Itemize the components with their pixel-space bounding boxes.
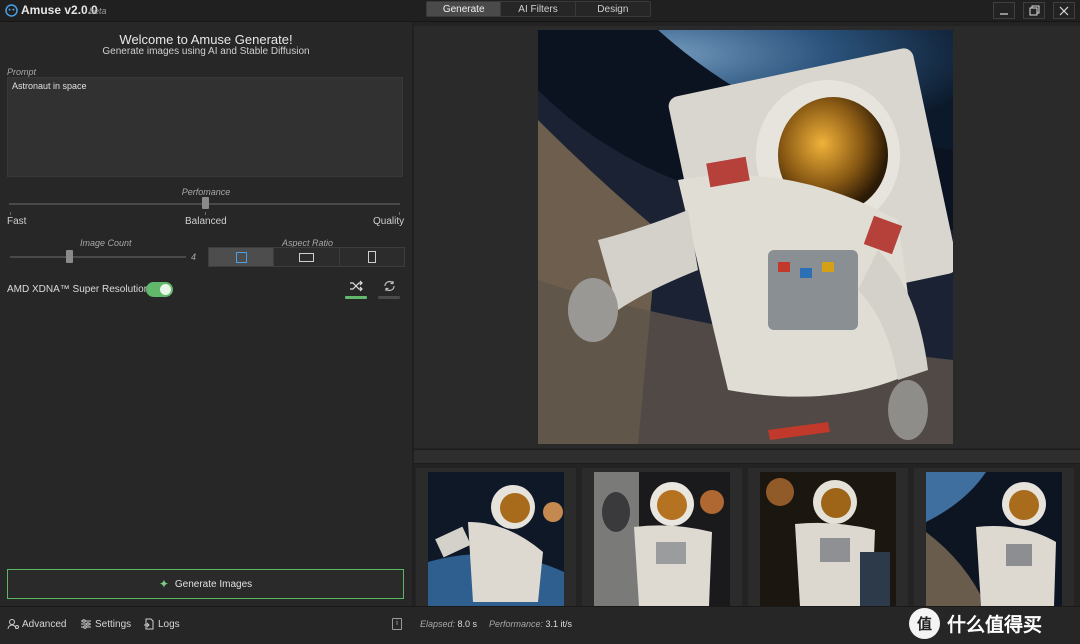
prompt-label: Prompt [7, 67, 37, 77]
settings-button[interactable]: Settings [80, 618, 131, 630]
aspect-square-button[interactable] [209, 248, 275, 266]
close-icon [1059, 6, 1069, 15]
app-title: Amuse v2.0.0 [21, 3, 98, 17]
minimize-icon [1000, 12, 1008, 15]
tab-ai-filters[interactable]: AI Filters [501, 2, 576, 16]
performance-label: Perfomance [181, 187, 231, 197]
close-button[interactable] [1053, 2, 1075, 19]
thumbnail-1[interactable] [428, 472, 564, 606]
aspect-ratio-selector [208, 247, 405, 267]
super-resolution-label: AMD XDNA™ Super Resolution [7, 284, 150, 295]
advanced-label: Advanced [22, 618, 67, 630]
super-resolution-toggle[interactable] [146, 282, 173, 297]
portrait-icon [367, 251, 376, 263]
astronaut-image [538, 30, 953, 444]
shuffle-active-indicator [345, 296, 367, 299]
thumbnail-4[interactable] [926, 472, 1062, 606]
generate-images-button[interactable]: ✦ Generate Images [7, 569, 404, 599]
generate-images-label: Generate Images [174, 578, 253, 590]
welcome-subtitle: Generate images using AI and Stable Diff… [102, 46, 310, 57]
restore-button[interactable] [1023, 2, 1045, 19]
loop-icon [383, 280, 395, 292]
tick-quality [399, 212, 400, 215]
astronaut-thumb-image [926, 472, 1062, 606]
tick-balanced [205, 212, 206, 215]
settings-panel: Welcome to Amuse Generate! Generate imag… [0, 22, 412, 606]
console-icon[interactable]: i [392, 618, 402, 630]
astronaut-thumb-image [760, 472, 896, 606]
watermark-text: 什么值得买 [947, 614, 1043, 636]
image-count-label: Image Count [80, 238, 132, 248]
shuffle-button[interactable] [345, 277, 367, 295]
performance-stat-value: 3.1 it/s [545, 619, 573, 629]
logs-button[interactable]: Logs [143, 618, 180, 630]
magic-wand-icon: ✦ [158, 577, 169, 591]
app-beta-label: beta [89, 6, 107, 16]
thumbnail-cell [582, 468, 742, 606]
performance-option-fast: Fast [7, 216, 27, 227]
generated-image-main[interactable] [538, 30, 953, 444]
image-count-slider-thumb[interactable] [66, 250, 73, 263]
landscape-icon [298, 252, 314, 262]
aspect-landscape-button[interactable] [274, 248, 340, 266]
user-gear-icon [7, 619, 19, 630]
tab-generate[interactable]: Generate [427, 2, 502, 16]
amuse-logo-icon [5, 4, 18, 17]
thumbnail-strip [414, 466, 1080, 606]
thumbnail-cell [416, 468, 576, 606]
mode-tabs: Generate AI Filters Design [426, 1, 651, 17]
thumbnail-cell [914, 468, 1074, 606]
loop-inactive-indicator [378, 296, 400, 299]
astronaut-thumb-image [428, 472, 564, 606]
performance-stat: Performance: 3.1 it/s [489, 619, 572, 629]
thumbnail-3[interactable] [760, 472, 896, 606]
elapsed-stat: Elapsed: 8.0 s [420, 619, 477, 629]
prompt-input[interactable]: Astronaut in space [7, 77, 403, 177]
performance-slider-thumb[interactable] [202, 197, 209, 209]
advanced-button[interactable]: Advanced [7, 618, 66, 630]
thumbnail-2[interactable] [594, 472, 730, 606]
sliders-icon [81, 619, 91, 629]
minimize-button[interactable] [993, 2, 1015, 19]
status-bar: Advanced Settings Logs i Elapsed: 8.0 s … [0, 606, 1080, 644]
aspect-portrait-button[interactable] [339, 248, 404, 266]
tick-fast [10, 212, 11, 215]
output-panel [414, 22, 1080, 606]
logs-label: Logs [158, 618, 180, 630]
performance-option-quality: Quality [373, 216, 405, 227]
performance-option-balanced: Balanced [185, 216, 227, 227]
elapsed-value: 8.0 s [457, 619, 478, 629]
loop-button[interactable] [378, 277, 400, 295]
restore-icon [1029, 5, 1039, 16]
toggle-knob [160, 284, 171, 295]
elapsed-label: Elapsed: [420, 619, 456, 629]
image-count-slider-track[interactable] [10, 256, 186, 258]
shuffle-icon [350, 280, 363, 292]
image-count-value: 4 [191, 252, 197, 262]
title-bar: Amuse v2.0.0 beta Generate AI Filters De… [0, 0, 1080, 22]
watermark-circle: 值 [909, 607, 940, 639]
settings-label: Settings [95, 618, 132, 630]
thumbnail-cell [748, 468, 908, 606]
tab-design[interactable]: Design [576, 2, 650, 16]
astronaut-thumb-image [594, 472, 730, 606]
image-viewer [414, 26, 1080, 448]
square-icon [235, 251, 247, 263]
viewer-divider[interactable] [414, 449, 1080, 464]
welcome-title: Welcome to Amuse Generate! [119, 32, 293, 47]
logs-icon [144, 618, 154, 630]
watermark: 值 什么值得买 [909, 607, 1042, 639]
performance-stat-label: Performance: [489, 619, 544, 629]
